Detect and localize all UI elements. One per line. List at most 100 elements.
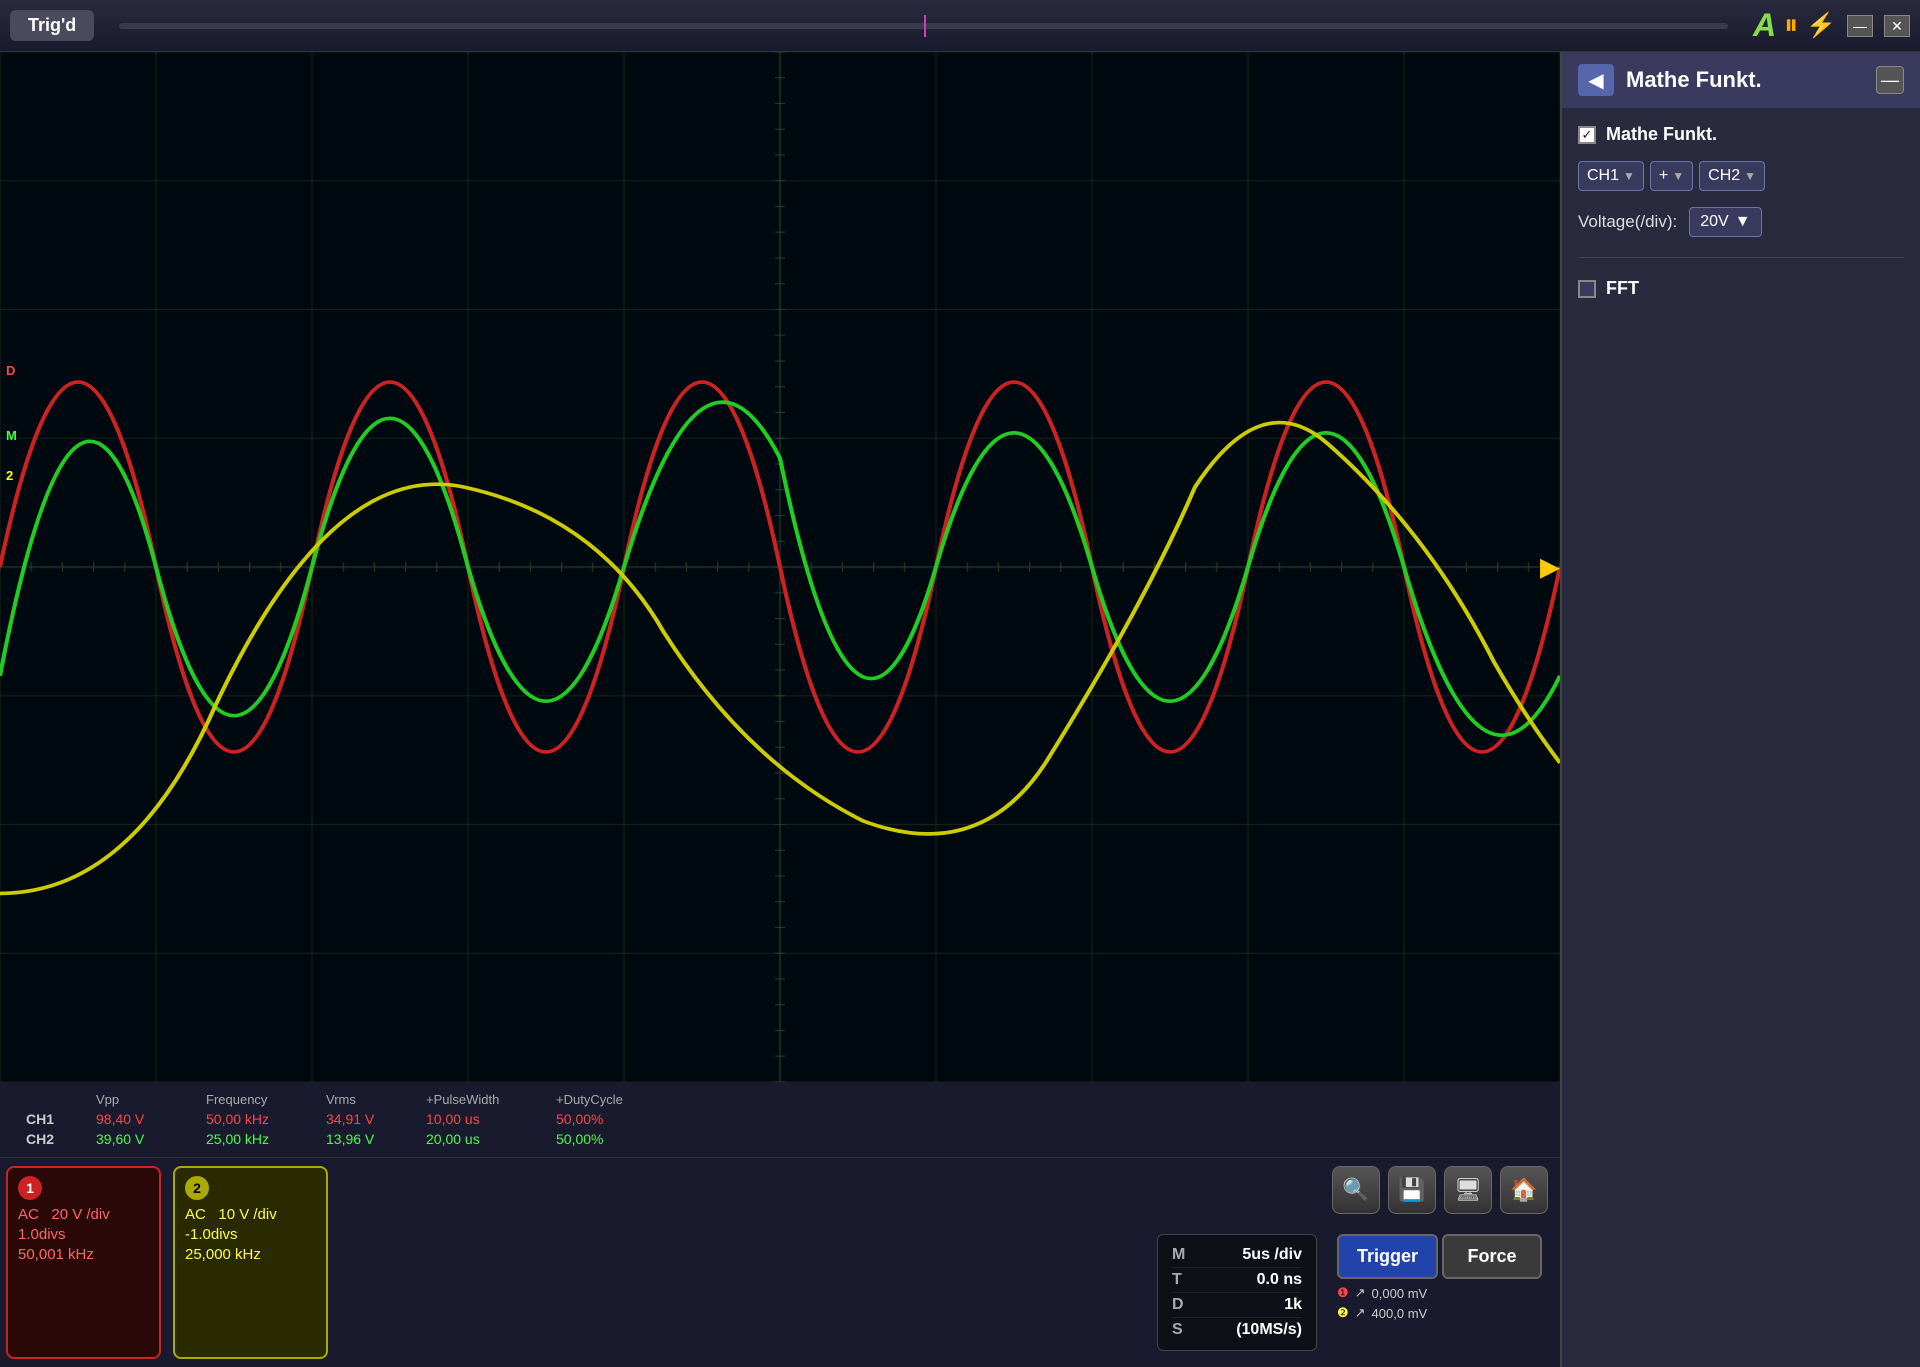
waveform-svg bbox=[0, 52, 1560, 1082]
ch2-trig-arrow: ↗ bbox=[1355, 1305, 1366, 1321]
ch1-trig-arrow: ↗ bbox=[1355, 1285, 1366, 1301]
trig-ch1-row: ❶ ↗ 0,000 mV bbox=[1337, 1283, 1542, 1303]
trig-ch2-row: ❷ ↗ 400,0 mV bbox=[1337, 1303, 1542, 1323]
mtds-s-row: S (10MS/s) bbox=[1172, 1318, 1302, 1342]
meas-ch2-label: CH2 bbox=[20, 1129, 90, 1149]
channel-a-icon: A bbox=[1753, 7, 1776, 44]
ch2-divs: -1.0divs bbox=[185, 1226, 316, 1243]
fft-checkbox[interactable] bbox=[1578, 280, 1596, 298]
ch1-badge: 1 bbox=[18, 1176, 42, 1200]
meas-ch2-pulse: 20,00 us bbox=[420, 1129, 550, 1149]
mtds-trig-row: M 5us /div T 0.0 ns D 1k S bbox=[1151, 1226, 1548, 1359]
meas-header-pulse: +PulseWidth bbox=[420, 1090, 550, 1109]
ch2-trig-value: 400,0 mV bbox=[1372, 1306, 1428, 1321]
meas-header-vpp: Vpp bbox=[90, 1090, 200, 1109]
icon-row: 🔍 💾 🖥 🏠 bbox=[1332, 1166, 1548, 1214]
topbar: Trig'd A ⏸ ⚡ — ✕ bbox=[0, 0, 1920, 52]
pause-icon[interactable]: ⏸ bbox=[1784, 9, 1798, 42]
fft-label: FFT bbox=[1606, 278, 1639, 299]
mtds-m-row: M 5us /div bbox=[1172, 1243, 1302, 1268]
meas-ch1-duty: 50,00% bbox=[550, 1109, 660, 1129]
save-icon[interactable]: 💾 bbox=[1388, 1166, 1436, 1214]
mtds-t-row: T 0.0 ns bbox=[1172, 1268, 1302, 1293]
trigger-button[interactable]: Trigger bbox=[1337, 1234, 1438, 1279]
right-controls-panel: 🔍 💾 🖥 🏠 M 5us /div T bbox=[1139, 1158, 1560, 1367]
meas-ch2-freq: 25,00 kHz bbox=[200, 1129, 320, 1149]
ch1-info-box[interactable]: 1 AC 20 V /div 1.0divs 50,001 kHz bbox=[6, 1166, 161, 1359]
ch1-select[interactable]: CH1 ▼ bbox=[1578, 161, 1644, 191]
mtds-m-value: 5us /div bbox=[1242, 1246, 1302, 1264]
mathe-funkt-label: Mathe Funkt. bbox=[1606, 124, 1717, 145]
ch2-select-label: CH2 bbox=[1708, 167, 1740, 185]
meas-ch1-label: CH1 bbox=[20, 1109, 90, 1129]
scope-wrapper: D M 2 ▶ Vpp Frequency Vrms +PulseWidth +… bbox=[0, 52, 1560, 1367]
screen-icon[interactable]: 🖥 bbox=[1444, 1166, 1492, 1214]
formula-row: CH1 ▼ + ▼ CH2 ▼ bbox=[1578, 161, 1904, 191]
meas-ch2-vrms: 13,96 V bbox=[320, 1129, 420, 1149]
mtds-panel: M 5us /div T 0.0 ns D 1k S bbox=[1157, 1234, 1317, 1351]
bolt-icon: ⚡ bbox=[1806, 11, 1836, 40]
meas-ch1-vrms: 34,91 V bbox=[320, 1109, 420, 1129]
ch1-divs: 1.0divs bbox=[18, 1226, 149, 1243]
ch2-coupling-voltage: AC 10 V /div bbox=[185, 1206, 316, 1223]
voltage-select-value: 20V bbox=[1700, 213, 1728, 231]
panel-divider bbox=[1578, 257, 1904, 258]
mathe-funkt-checkbox[interactable] bbox=[1578, 126, 1596, 144]
ch2-info-box[interactable]: 2 AC 10 V /div -1.0divs 25,000 kHz bbox=[173, 1166, 328, 1359]
ch2-voltage: 10 V /div bbox=[218, 1206, 276, 1223]
ch1-coupling: AC bbox=[18, 1206, 39, 1223]
ch1-voltage: 20 V /div bbox=[51, 1206, 109, 1223]
ch1-frequency: 50,001 kHz bbox=[18, 1246, 149, 1263]
operator-select-arrow: ▼ bbox=[1672, 169, 1684, 183]
zoom-icon[interactable]: 🔍 bbox=[1332, 1166, 1380, 1214]
voltage-label: Voltage(/div): bbox=[1578, 212, 1677, 232]
ch2-coupling: AC bbox=[185, 1206, 206, 1223]
mtds-s-key: S bbox=[1172, 1321, 1183, 1339]
measurements-table: Vpp Frequency Vrms +PulseWidth +DutyCycl… bbox=[20, 1090, 1540, 1149]
meas-header-empty bbox=[20, 1090, 90, 1109]
close-button[interactable]: ✕ bbox=[1884, 15, 1910, 37]
scope-display: D M 2 ▶ bbox=[0, 52, 1560, 1082]
meas-header-freq: Frequency bbox=[200, 1090, 320, 1109]
mtds-s-value: (10MS/s) bbox=[1236, 1321, 1302, 1339]
mtds-d-value: 1k bbox=[1284, 1296, 1302, 1314]
ch2-trig-dot: ❷ bbox=[1337, 1305, 1349, 1321]
ch1-trig-dot: ❶ bbox=[1337, 1285, 1349, 1301]
ch2-select[interactable]: CH2 ▼ bbox=[1699, 161, 1765, 191]
timebase-marker bbox=[924, 15, 926, 37]
ch-label-d: D bbox=[2, 362, 19, 379]
mtds-t-key: T bbox=[1172, 1271, 1182, 1289]
ch1-select-arrow: ▼ bbox=[1623, 169, 1635, 183]
right-arrow-indicator: ▶ bbox=[1540, 552, 1560, 583]
meas-ch1-freq: 50,00 kHz bbox=[200, 1109, 320, 1129]
ch-label-m: M bbox=[2, 427, 21, 444]
voltage-select[interactable]: 20V ▼ bbox=[1689, 207, 1761, 237]
trigger-force-panel: Trigger Force ❶ ↗ 0,000 mV ❷ ↗ bbox=[1337, 1234, 1542, 1323]
force-button[interactable]: Force bbox=[1442, 1234, 1542, 1279]
panel-minimize-button[interactable]: — bbox=[1876, 66, 1904, 94]
topbar-icons: A ⏸ ⚡ — ✕ bbox=[1753, 7, 1910, 44]
main-area: D M 2 ▶ Vpp Frequency Vrms +PulseWidth +… bbox=[0, 52, 1920, 1367]
ch1-trig-value: 0,000 mV bbox=[1372, 1286, 1428, 1301]
mathe-funkt-row: Mathe Funkt. bbox=[1578, 124, 1904, 145]
ch2-badge: 2 bbox=[185, 1176, 209, 1200]
ch2-select-arrow: ▼ bbox=[1744, 169, 1756, 183]
ch1-coupling-voltage: AC 20 V /div bbox=[18, 1206, 149, 1223]
panel-title: Mathe Funkt. bbox=[1626, 67, 1864, 93]
minimize-button[interactable]: — bbox=[1847, 15, 1873, 37]
trigger-values: ❶ ↗ 0,000 mV ❷ ↗ 400,0 mV bbox=[1337, 1283, 1542, 1323]
operator-select-label: + bbox=[1659, 167, 1668, 185]
right-panel: ◀ Mathe Funkt. — Mathe Funkt. CH1 ▼ + ▼ bbox=[1560, 52, 1920, 1367]
operator-select[interactable]: + ▼ bbox=[1650, 161, 1693, 191]
bottom-bar: 1 AC 20 V /div 1.0divs 50,001 kHz 2 AC 1… bbox=[0, 1157, 1560, 1367]
meas-header-vrms: Vrms bbox=[320, 1090, 420, 1109]
meas-ch2-duty: 50,00% bbox=[550, 1129, 660, 1149]
panel-back-button[interactable]: ◀ bbox=[1578, 64, 1614, 96]
meas-ch2-vpp: 39,60 V bbox=[90, 1129, 200, 1149]
mtds-t-value: 0.0 ns bbox=[1257, 1271, 1302, 1289]
mtds-d-key: D bbox=[1172, 1296, 1184, 1314]
measurements-bar: Vpp Frequency Vrms +PulseWidth +DutyCycl… bbox=[0, 1082, 1560, 1157]
home-icon[interactable]: 🏠 bbox=[1500, 1166, 1548, 1214]
panel-header: ◀ Mathe Funkt. — bbox=[1562, 52, 1920, 108]
meas-header-duty: +DutyCycle bbox=[550, 1090, 660, 1109]
